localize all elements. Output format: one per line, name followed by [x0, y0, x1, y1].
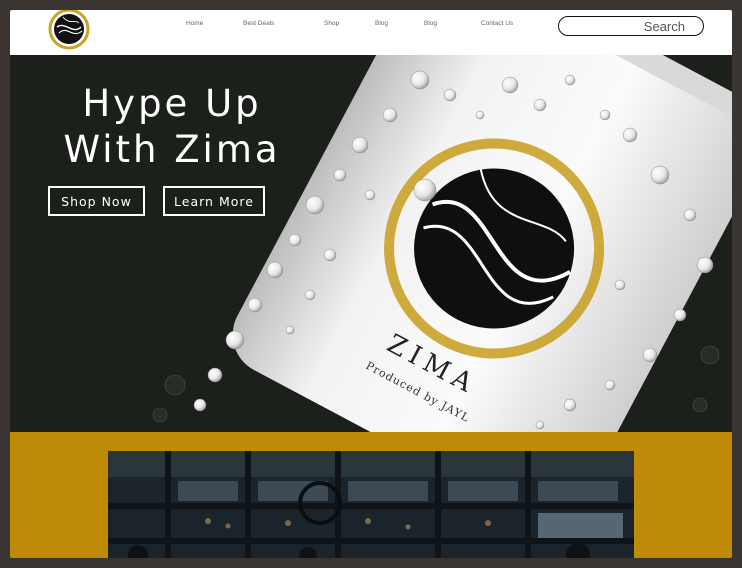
gold-section	[10, 432, 732, 558]
search-placeholder: Search	[643, 18, 685, 34]
shop-now-button[interactable]: Shop Now	[48, 186, 145, 216]
nav-shop[interactable]: Shop	[324, 20, 339, 27]
site-header: Home Best Deals Shop Blog Blog Contact U…	[10, 10, 732, 55]
learn-more-button[interactable]: Learn More	[163, 186, 265, 216]
browser-frame: Home Best Deals Shop Blog Blog Contact U…	[10, 10, 732, 558]
nav-blog[interactable]: Blog	[375, 20, 388, 27]
search-input[interactable]: Search	[558, 16, 704, 36]
cafe-photo-image	[108, 451, 634, 558]
nav-blog-2[interactable]: Blog	[424, 20, 437, 27]
hero-banner: ZIMA Produced by JAYL Hype Up With Zima …	[10, 55, 732, 432]
nav-home[interactable]: Home	[186, 20, 203, 27]
zima-logo-icon[interactable]	[45, 10, 93, 53]
hero-title: Hype Up With Zima	[63, 82, 281, 171]
nav-contact-us[interactable]: Contact Us	[481, 20, 513, 27]
cafe-photo	[108, 451, 634, 558]
nav-best-deals[interactable]: Best Deals	[243, 20, 274, 27]
